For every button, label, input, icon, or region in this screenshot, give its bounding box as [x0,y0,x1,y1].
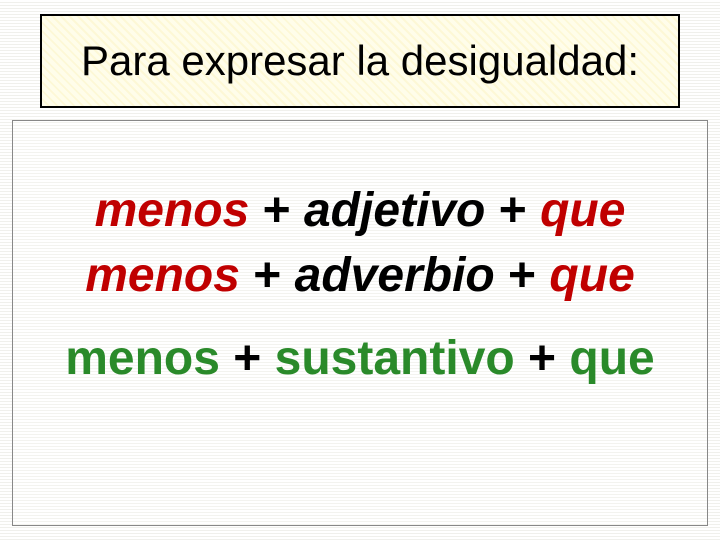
word-que: que [549,249,634,302]
word-que: que [540,184,625,237]
plus-sign: + [495,249,550,302]
word-sustantivo: sustantivo [275,332,515,385]
formula-line-2: menos + adverbio + que [13,244,707,309]
plus-sign: + [249,184,304,237]
title-box: Para expresar la desigualdad: [40,14,680,108]
plus-sign: + [220,332,275,385]
slide: Para expresar la desigualdad: menos + ad… [0,0,720,540]
word-menos: menos [85,249,240,302]
plus-sign: + [485,184,540,237]
word-que: que [569,332,654,385]
plus-sign: + [240,249,295,302]
word-adjetivo: adjetivo [304,184,485,237]
word-menos: menos [65,332,220,385]
formula-line-1: menos + adjetivo + que [13,179,707,244]
formula-line-3: menos + sustantivo + que [13,327,707,392]
word-adverbio: adverbio [295,249,495,302]
title-text: Para expresar la desigualdad: [81,37,639,85]
content-box: menos + adjetivo + que menos + adverbio … [12,120,708,526]
word-menos: menos [95,184,250,237]
plus-sign: + [515,332,570,385]
